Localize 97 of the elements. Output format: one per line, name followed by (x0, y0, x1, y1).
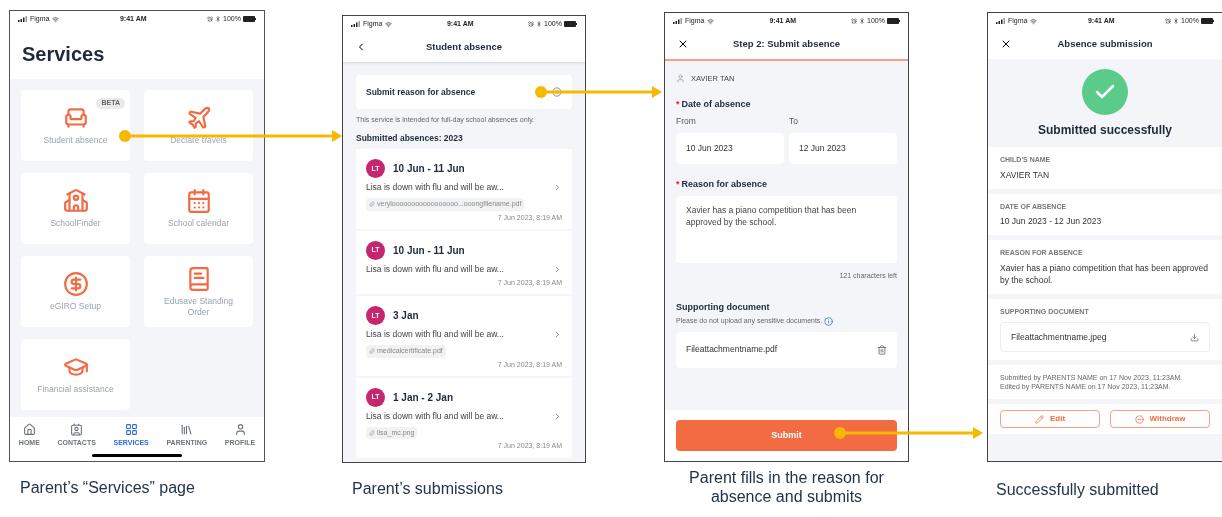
service-tile[interactable]: School calendar (144, 173, 253, 244)
date-field[interactable]: 10 Jun 2023 (676, 132, 784, 164)
submit-button[interactable]: Submit (676, 420, 897, 451)
minus-circle-icon (1134, 414, 1144, 424)
plus-circle-icon (552, 87, 562, 97)
screen-title: Step 2: Submit absence (732, 36, 841, 51)
tile-label: Declare travels (169, 135, 228, 146)
detail-value: Xavier has a piano competition that has been approved by the school. (1000, 261, 1209, 286)
required-marker: * (676, 177, 680, 191)
screen-title: Student absence (426, 39, 502, 54)
required-marker: * (676, 98, 680, 112)
close-icon[interactable] (677, 38, 689, 50)
info-icon[interactable] (824, 316, 834, 326)
wifi-icon (385, 20, 393, 28)
submit-reason-card[interactable]: Submit reason for absence (356, 75, 572, 109)
to-label: To (789, 114, 799, 128)
absence-reason: Lisa is down with flu and will be aw... (366, 328, 504, 341)
field-label: Date of absence (681, 98, 751, 112)
signal-icon (18, 16, 27, 22)
paperclip-icon (369, 348, 375, 355)
file-row: Fileattachmentname.pdf (676, 331, 897, 368)
books-icon (180, 422, 194, 436)
success-check-icon (1082, 69, 1128, 115)
withdraw-button[interactable]: Withdraw (1110, 410, 1210, 428)
wifi-icon (52, 15, 60, 23)
service-tile[interactable]: Edusave Standing Order (144, 256, 253, 327)
step-caption: Successfully submitted (995, 480, 1160, 500)
home-icon (22, 422, 36, 436)
chair-icon (62, 105, 89, 131)
alarm-icon (207, 16, 214, 22)
bluetooth-icon (536, 21, 543, 27)
tile-label: School calendar (167, 218, 230, 229)
absence-dates: 3 Jan (393, 309, 419, 324)
chevron-icon (553, 411, 562, 421)
page-title: Services (21, 42, 106, 67)
success-heading: Submitted successfully (1037, 122, 1172, 139)
from-label: From (676, 114, 697, 128)
signal-icon (351, 21, 360, 27)
wifi-icon (1030, 17, 1038, 25)
field-label: Supporting document (676, 300, 771, 314)
grid-icon (124, 422, 138, 436)
profile-icon (233, 422, 247, 436)
battery-icon (887, 18, 900, 24)
chevron-icon (553, 183, 562, 193)
bluetooth-icon (215, 16, 222, 22)
school-icon (62, 188, 89, 214)
tile-label: SchoolFinder (49, 218, 102, 229)
step-caption: Parent’s “Services” page (19, 478, 196, 498)
tile-label: eGIRO Setup (49, 301, 102, 312)
field-label: Reason for absence (681, 177, 768, 191)
battery-icon (243, 16, 256, 22)
absence-reason: Lisa is down with flu and will be aw... (366, 181, 504, 194)
calendar-icon (185, 188, 212, 214)
pencil-icon (1034, 414, 1044, 424)
section-heading: Submitted absences: 2023 (356, 131, 464, 145)
tile-label: Student absence (42, 135, 109, 146)
screen-title: Absence submission (1057, 36, 1153, 51)
airplane-icon (185, 105, 212, 131)
alarm-icon (528, 21, 535, 27)
alarm-icon (851, 18, 858, 24)
tile-label: Edusave Standing Order (163, 295, 234, 318)
bluetooth-icon (859, 18, 866, 24)
detail-value: XAVIER TAN (1000, 168, 1051, 181)
step-caption: Parent fills in the reason for absence and submits (688, 468, 885, 506)
detail-value: 10 Jun 2023 - 12 Jun 2023 (1000, 215, 1103, 227)
dollar-circle-icon (62, 271, 89, 297)
chevron-icon (553, 330, 562, 340)
tile-label: Financial assistance (36, 384, 115, 395)
signal-icon (996, 18, 1005, 24)
edit-button[interactable]: Edit (1000, 410, 1100, 428)
paperclip-icon (369, 430, 375, 436)
download-icon[interactable] (1190, 332, 1199, 342)
step-caption: Parent’s submissions (351, 479, 504, 499)
chevron-icon (553, 264, 562, 274)
reason-textarea[interactable]: Xavier has a piano competition that has been approved by the school. (676, 196, 897, 263)
absence-dates: 10 Jun - 11 Jun (393, 162, 465, 177)
contacts-icon (70, 422, 84, 436)
battery-icon (1201, 18, 1214, 24)
service-tile[interactable]: SchoolFinder (21, 173, 130, 244)
absence-dates: 1 Jan - 2 Jan (393, 391, 454, 405)
date-field[interactable]: 12 Jun 2023 (789, 132, 897, 164)
service-tile[interactable]: eGIRO Setup (21, 256, 130, 327)
alarm-icon (1165, 18, 1172, 24)
battery-icon (564, 21, 577, 27)
service-tile[interactable]: Declare travels (144, 90, 253, 161)
absence-reason: Lisa is down with flu and will be aw... (366, 263, 504, 276)
paperclip-icon (369, 201, 375, 208)
bluetooth-icon (1173, 18, 1180, 24)
service-tile[interactable]: Financial assistance (21, 339, 130, 410)
file-row: Fileattachmentname.jpeg (1000, 322, 1210, 352)
trash-icon[interactable] (877, 344, 887, 355)
absence-reason: Lisa is down with flu and will be aw... (366, 410, 504, 423)
absence-dates: 10 Jun - 11 Jun (393, 244, 465, 258)
wifi-icon (707, 17, 715, 25)
close-icon[interactable] (1000, 38, 1012, 50)
signal-icon (673, 18, 682, 24)
person-icon (676, 74, 685, 84)
